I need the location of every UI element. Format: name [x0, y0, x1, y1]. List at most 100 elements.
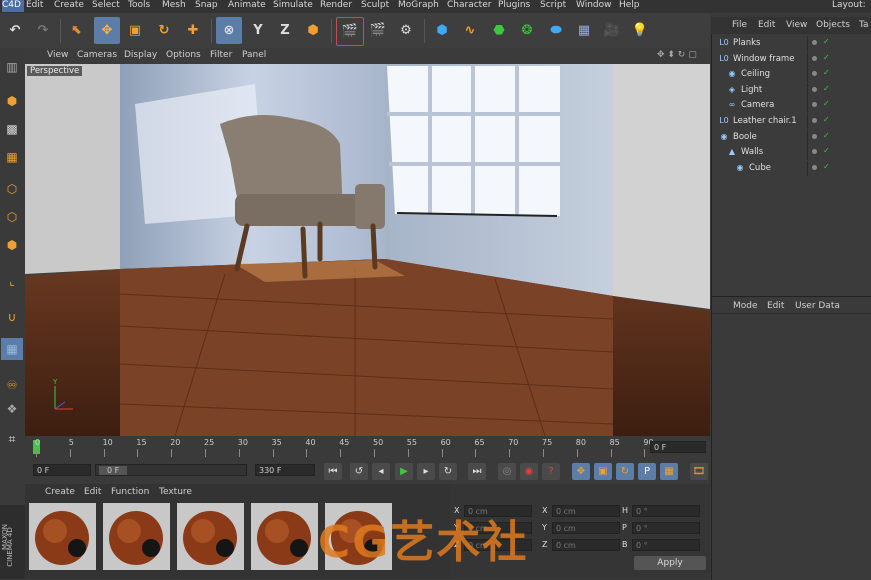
menu-create[interactable]: Create — [54, 0, 84, 10]
om-menu-view[interactable]: View — [786, 20, 807, 30]
coord-value-field[interactable]: 0 cm — [552, 505, 620, 517]
menu-help[interactable]: Help — [619, 0, 640, 10]
render-settings-icon[interactable]: ⚙ — [393, 17, 419, 44]
redo-icon[interactable]: ↷ — [30, 17, 56, 44]
pla-key-icon[interactable]: ▦ — [660, 463, 678, 480]
mat-menu-create[interactable]: Create — [45, 487, 75, 497]
texture-mode-icon[interactable]: ▩ — [1, 118, 23, 140]
visibility-dot-icon[interactable] — [812, 164, 817, 170]
timeline-window-icon[interactable]: 🎞 — [690, 463, 708, 480]
coord-value-field[interactable]: 0 ° — [632, 539, 700, 551]
keyframe-selection-icon[interactable]: ? — [542, 463, 560, 480]
enable-check-icon[interactable]: ✓ — [823, 37, 830, 46]
array-icon[interactable]: ❂ — [514, 17, 540, 44]
pattern-icon[interactable]: ❖ — [1, 398, 23, 420]
nurbs-icon[interactable]: ⬣ — [486, 17, 512, 44]
prev-key-icon[interactable]: ↺ — [350, 463, 368, 480]
object-row[interactable]: L0 Leather chair.1 ✓ — [711, 114, 871, 129]
material-swatch[interactable] — [251, 503, 318, 570]
visibility-dot-icon[interactable] — [812, 86, 817, 92]
material-swatch[interactable] — [177, 503, 244, 570]
menu-animate[interactable]: Animate — [228, 0, 266, 10]
am-menu-user-data[interactable]: User Data — [795, 301, 840, 311]
menu-tools[interactable]: Tools — [128, 0, 150, 10]
coord-value-field[interactable]: 0 cm — [552, 539, 620, 551]
object-row[interactable]: L0 Planks ✓ — [711, 36, 871, 51]
visibility-dot-icon[interactable] — [812, 149, 817, 155]
menu-edit[interactable]: Edit — [26, 0, 43, 10]
mat-menu-function[interactable]: Function — [111, 487, 149, 497]
object-row[interactable]: ▲ Walls ✓ — [711, 145, 871, 161]
enable-check-icon[interactable]: ✓ — [823, 53, 830, 62]
menu-render[interactable]: Render — [320, 0, 352, 10]
coordinate-system-icon[interactable]: ⬢ — [300, 17, 326, 44]
enable-check-icon[interactable]: ✓ — [823, 99, 830, 108]
frame-range-slider[interactable]: 0 F — [95, 464, 247, 476]
make-editable-icon[interactable]: ▥ — [1, 56, 23, 78]
om-menu-edit[interactable]: Edit — [758, 20, 775, 30]
magnet-icon[interactable]: ∪ — [1, 306, 23, 328]
deformer-icon[interactable]: ⬬ — [543, 17, 569, 44]
edges-mode-icon[interactable]: ⬡ — [1, 206, 23, 228]
visibility-dot-icon[interactable] — [812, 118, 817, 123]
move-icon[interactable]: ✥ — [94, 17, 120, 44]
enable-check-icon[interactable]: ✓ — [823, 162, 830, 171]
y-axis-icon[interactable]: Y — [245, 17, 271, 44]
record-icon[interactable]: ◎ — [498, 463, 516, 480]
material-swatch[interactable] — [29, 503, 96, 570]
play-icon[interactable]: ▶ — [395, 463, 413, 480]
enable-check-icon[interactable]: ✓ — [823, 146, 830, 155]
end-frame-field[interactable]: 330 F — [255, 464, 315, 476]
timeline-ruler[interactable]: 0 5 10 15 20 25 30 35 40 45 50 55 60 65 70 75 80 85 90 0 F — [25, 436, 710, 458]
enable-check-icon[interactable]: ✓ — [823, 115, 830, 124]
render-view-icon[interactable]: 🎬 — [336, 17, 364, 46]
mat-menu-texture[interactable]: Texture — [159, 487, 192, 497]
light-icon[interactable]: 💡 — [627, 17, 653, 44]
autokey-icon[interactable]: ◉ — [520, 463, 538, 480]
render-picture-viewer-icon[interactable]: 🎬 — [365, 17, 391, 44]
object-row[interactable]: ◉ Boole ✓ — [711, 129, 871, 145]
camera-icon[interactable]: 🎥 — [599, 17, 625, 44]
next-frame-icon[interactable]: ▸ — [417, 463, 435, 480]
workplane-icon[interactable]: ▦ — [1, 146, 23, 168]
menu-script[interactable]: Script — [540, 0, 566, 10]
menu-sculpt[interactable]: Sculpt — [361, 0, 389, 10]
rotate-icon[interactable]: ↻ — [151, 17, 177, 44]
scale-key-icon[interactable]: ▣ — [594, 463, 612, 480]
current-frame-field[interactable]: 0 F — [650, 441, 706, 453]
goto-end-icon[interactable]: ⏭ — [468, 463, 486, 480]
om-menu-tags[interactable]: Ta — [859, 20, 869, 30]
lock-workplane-icon[interactable]: ⌗ — [1, 428, 23, 450]
coord-value-field[interactable]: 0 ° — [632, 505, 700, 517]
next-key-icon[interactable]: ↻ — [439, 463, 457, 480]
visibility-dot-icon[interactable] — [812, 40, 817, 45]
om-menu-file[interactable]: File — [732, 20, 747, 30]
parameter-key-icon[interactable]: P — [638, 463, 656, 480]
coord-value-field[interactable]: 0 cm — [552, 522, 620, 534]
visibility-dot-icon[interactable] — [812, 55, 817, 61]
x-axis-icon[interactable]: ⊗ — [216, 17, 242, 44]
z-axis-icon[interactable]: Z — [272, 17, 298, 44]
om-menu-objects[interactable]: Objects — [816, 20, 850, 30]
sculpt-icon[interactable]: ♾ — [1, 374, 23, 396]
vp-menu-display[interactable]: Display — [124, 50, 157, 60]
rotation-key-icon[interactable]: ↻ — [616, 463, 634, 480]
vp-nav-icons[interactable]: ✥ ⬍ ↻ ▢ — [657, 50, 697, 60]
material-swatch[interactable] — [103, 503, 170, 570]
scale-icon[interactable]: ▣ — [122, 17, 148, 44]
enable-check-icon[interactable]: ✓ — [823, 68, 830, 77]
mat-menu-edit[interactable]: Edit — [84, 487, 101, 497]
object-row[interactable]: ∞ Camera ✓ — [711, 98, 871, 114]
model-mode-icon[interactable]: ⬢ — [1, 90, 23, 112]
recent-tool-icon[interactable]: ✚ — [180, 17, 206, 44]
am-menu-edit[interactable]: Edit — [767, 301, 784, 311]
vp-menu-options[interactable]: Options — [166, 50, 201, 60]
visibility-dot-icon[interactable] — [812, 102, 817, 108]
menu-mesh[interactable]: Mesh — [162, 0, 186, 10]
object-row[interactable]: ◈ Light ✓ — [711, 82, 871, 98]
snap-grid-icon[interactable]: ▦ — [1, 338, 23, 360]
coord-value-field[interactable]: 0 ° — [632, 522, 700, 534]
visibility-dot-icon[interactable] — [812, 71, 817, 77]
goto-start-icon[interactable]: ⏮ — [324, 463, 342, 480]
object-row[interactable]: ◉ Ceiling ✓ — [711, 67, 871, 83]
